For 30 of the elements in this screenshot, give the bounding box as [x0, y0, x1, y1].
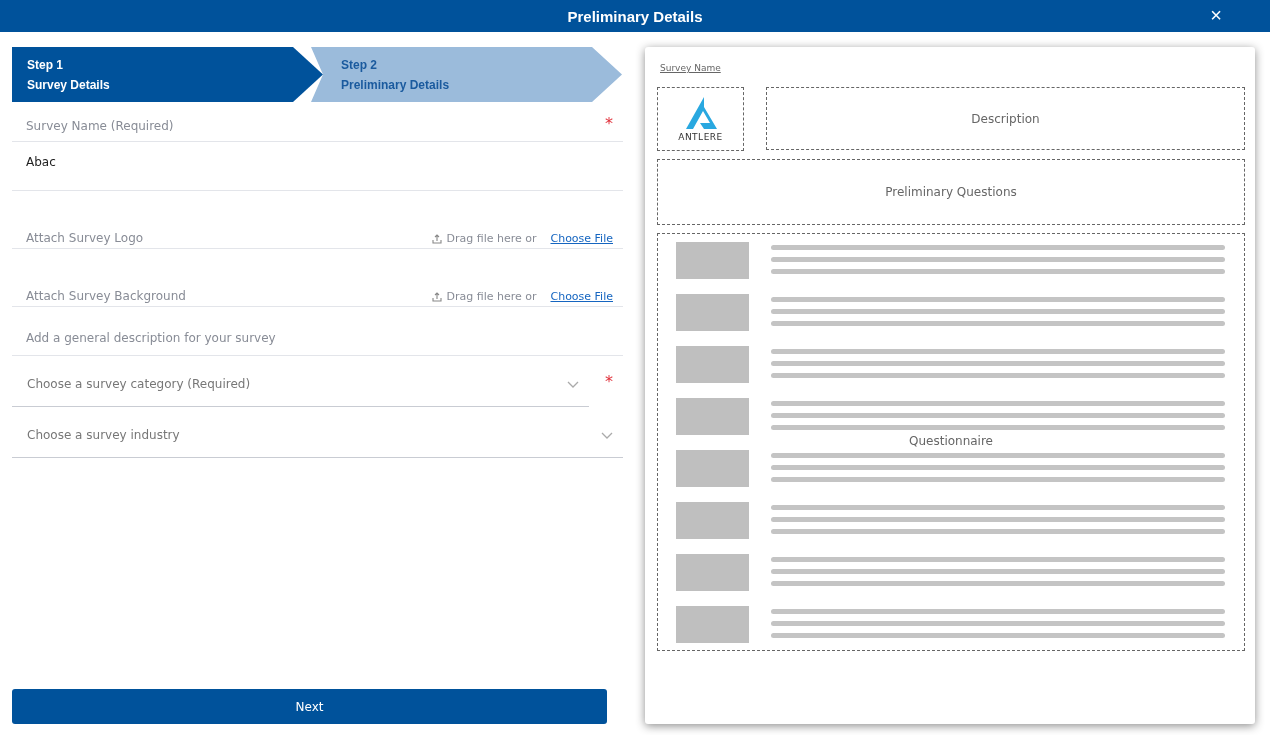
preliminary-questions-area: Preliminary Questions: [657, 159, 1245, 225]
upload-icon: [432, 291, 443, 302]
chevron-down-icon: [567, 380, 579, 388]
required-asterisk: *: [605, 114, 613, 133]
step-tab[interactable]: Step 1 Survey Details: [12, 47, 323, 102]
drop-hint: Drag file here or: [446, 290, 537, 303]
logo-icon: [683, 96, 718, 129]
next-button[interactable]: Next: [12, 689, 607, 724]
window-title: Preliminary Details: [567, 7, 703, 25]
survey-name-link[interactable]: Survey Name: [660, 63, 721, 73]
dropdown-field[interactable]: Choose a survey industry: [12, 407, 623, 458]
questionnaire-label: Questionnaire: [907, 434, 995, 448]
dropdown-field[interactable]: Choose a survey category (Required): [12, 356, 589, 407]
field-label: Attach Survey Background: [26, 289, 186, 303]
required-asterisk: *: [605, 372, 613, 391]
description-area: Description: [766, 87, 1245, 150]
step-number: Step 1: [27, 57, 64, 72]
choose-file-link[interactable]: Choose File: [550, 232, 613, 245]
step-tab[interactable]: Step 2 Preliminary Details: [311, 47, 622, 102]
chevron-down-icon: [601, 431, 613, 439]
step-title: Preliminary Details: [341, 77, 451, 92]
step-number: Step 2: [341, 57, 378, 72]
logo-text: ANTLERE: [678, 131, 723, 142]
step-title: Survey Details: [27, 77, 111, 92]
drop-hint: Drag file here or: [446, 232, 537, 245]
field-label: Survey Name (Required): [26, 119, 174, 133]
upload-icon: [432, 233, 443, 244]
close-button[interactable]: ×: [1206, 4, 1226, 26]
field-label: Attach Survey Logo: [26, 231, 144, 245]
choose-file-link[interactable]: Choose File: [550, 290, 613, 303]
